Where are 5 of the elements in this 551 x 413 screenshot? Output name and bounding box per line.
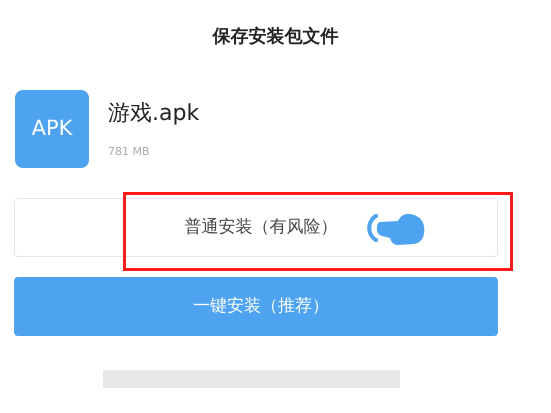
dialog-title: 保存安装包文件 <box>212 24 338 48</box>
file-name: 游戏.apk <box>108 100 200 128</box>
install-button[interactable]: 普通安装（有风险） <box>14 198 498 257</box>
file-size: 781 MB <box>108 144 151 160</box>
file-type-label: APK <box>32 115 72 142</box>
